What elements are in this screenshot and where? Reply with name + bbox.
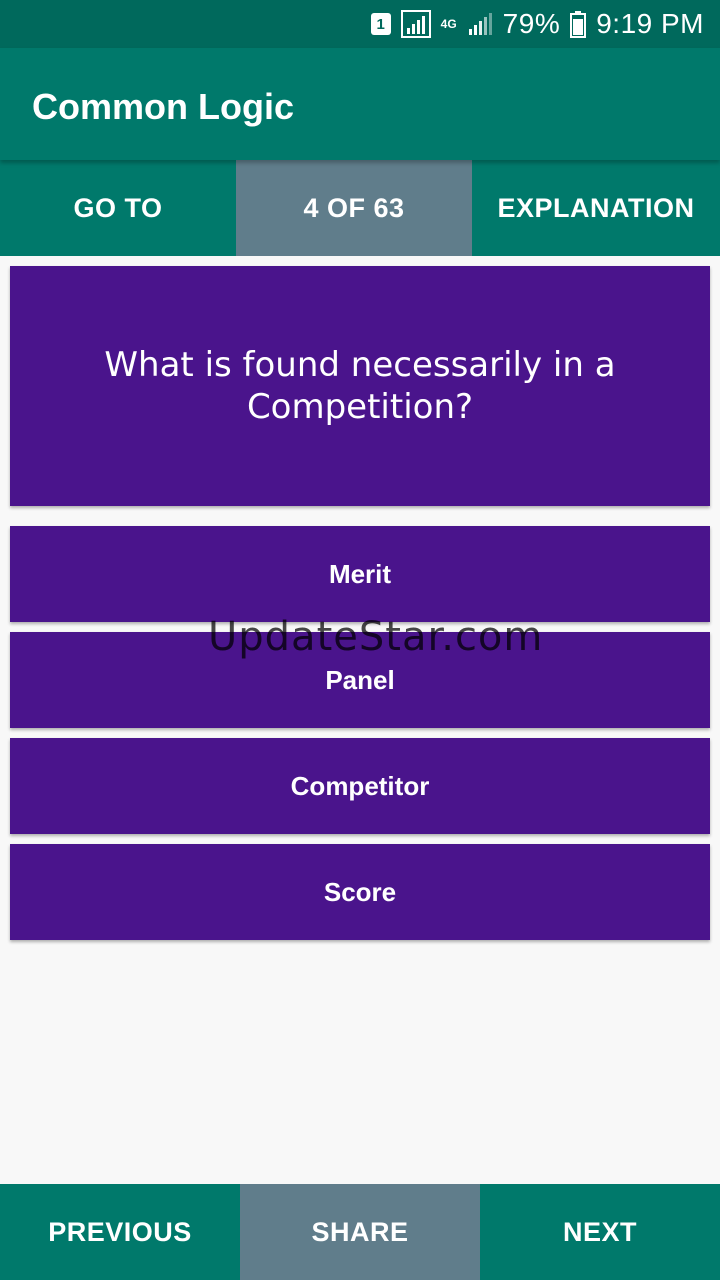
- app-screen: 1 4G 79% 9:19 PM Common Logic GO TO 4 OF…: [0, 0, 720, 1280]
- signal-icon: [467, 11, 493, 37]
- battery-icon: [570, 10, 587, 38]
- clock: 9:19 PM: [596, 8, 704, 39]
- answer-option-merit[interactable]: Merit: [10, 526, 710, 622]
- question-text: What is found necessarily in a Competiti…: [104, 345, 616, 427]
- goto-button[interactable]: GO TO: [0, 160, 236, 256]
- app-bar: Common Logic: [0, 48, 720, 160]
- sim-slot-icon: 1: [370, 13, 391, 35]
- question-counter: 4 OF 63: [236, 160, 472, 256]
- bottom-navigation: PREVIOUS SHARE NEXT: [0, 1184, 720, 1280]
- battery-percent: 79%: [502, 8, 561, 39]
- answer-option-score[interactable]: Score: [10, 844, 710, 940]
- app-title: Common Logic: [32, 86, 294, 127]
- answer-option-panel[interactable]: Panel: [10, 632, 710, 728]
- top-toolbar: GO TO 4 OF 63 EXPLANATION: [0, 160, 720, 256]
- signal-icon: [400, 10, 431, 38]
- answer-option-competitor[interactable]: Competitor: [10, 738, 710, 834]
- network-type-label: 4G: [440, 16, 457, 31]
- status-bar: 1 4G 79% 9:19 PM: [0, 0, 720, 48]
- share-button[interactable]: SHARE: [240, 1184, 480, 1280]
- explanation-button[interactable]: EXPLANATION: [472, 160, 720, 256]
- question-card: What is found necessarily in a Competiti…: [10, 266, 710, 506]
- previous-button[interactable]: PREVIOUS: [0, 1184, 240, 1280]
- network-4g-icon: 4G: [440, 16, 457, 31]
- next-button[interactable]: NEXT: [480, 1184, 720, 1280]
